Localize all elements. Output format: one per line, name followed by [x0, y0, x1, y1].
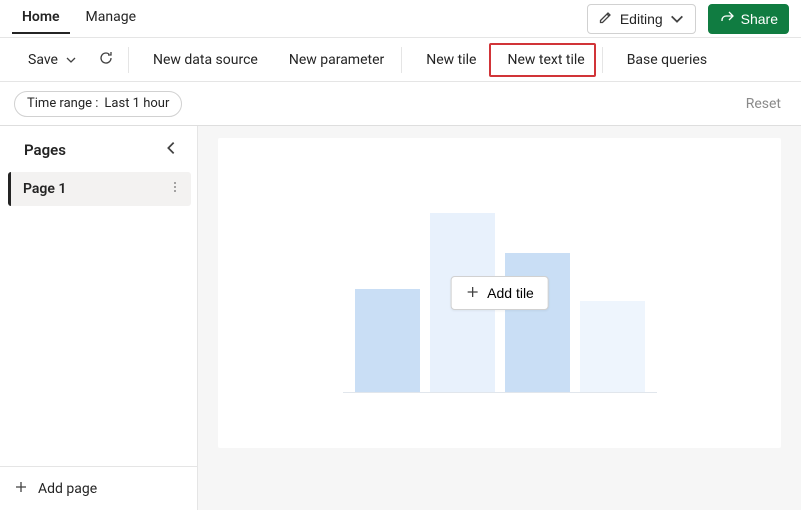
separator: [128, 47, 129, 73]
workspace: Pages Page 1 Add page: [0, 126, 801, 510]
new-text-tile-label: New text tile: [507, 52, 584, 68]
more-vertical-icon: [169, 181, 181, 197]
refresh-button[interactable]: [90, 44, 122, 76]
time-range-value: Last 1 hour: [104, 96, 169, 111]
editing-mode-button[interactable]: Editing: [587, 4, 696, 34]
share-icon: [719, 9, 735, 28]
new-tile-button[interactable]: New tile: [408, 43, 487, 77]
new-data-source-button[interactable]: New data source: [135, 43, 269, 77]
tab-manage[interactable]: Manage: [76, 3, 146, 34]
chevron-down-icon: [669, 11, 685, 27]
collapse-sidebar-button[interactable]: [159, 138, 183, 162]
page-label: Page 1: [23, 181, 66, 197]
placeholder-bar: [580, 301, 645, 393]
save-button[interactable]: Save: [10, 43, 88, 77]
new-tile-label: New tile: [426, 52, 476, 68]
separator: [602, 47, 603, 73]
new-data-source-label: New data source: [153, 52, 258, 68]
pages-title: Pages: [24, 141, 151, 159]
canvas-area: Add tile: [198, 126, 801, 510]
save-label: Save: [28, 52, 58, 68]
chevron-down-icon: [65, 54, 77, 66]
time-range-pill[interactable]: Time range : Last 1 hour: [14, 91, 182, 117]
toolbar: Save New data source New parameter New t…: [0, 38, 801, 82]
pages-header: Pages: [0, 126, 197, 172]
add-tile-button[interactable]: Add tile: [450, 276, 549, 310]
chevron-left-icon: [163, 140, 179, 160]
plus-icon: [14, 480, 28, 498]
pencil-icon: [598, 9, 614, 28]
add-page-button[interactable]: Add page: [0, 466, 197, 510]
reset-button[interactable]: Reset: [734, 92, 787, 116]
time-range-label: Time range :: [27, 96, 98, 111]
chart-baseline: [343, 392, 657, 393]
placeholder-bar: [355, 289, 420, 393]
nav-tabs: Home Manage: [12, 0, 146, 37]
page-item[interactable]: Page 1: [8, 172, 191, 206]
dashboard-canvas[interactable]: Add tile: [218, 138, 781, 448]
tab-home[interactable]: Home: [12, 3, 70, 34]
new-parameter-label: New parameter: [289, 52, 384, 68]
share-button[interactable]: Share: [708, 4, 789, 34]
add-page-label: Add page: [38, 481, 97, 497]
new-parameter-button[interactable]: New parameter: [271, 43, 395, 77]
editing-label: Editing: [620, 11, 663, 27]
base-queries-button[interactable]: Base queries: [609, 43, 718, 77]
share-label: Share: [741, 11, 778, 27]
separator: [401, 47, 402, 73]
title-bar: Home Manage Editing Share: [0, 0, 801, 38]
filter-bar: Time range : Last 1 hour Reset: [0, 82, 801, 126]
add-tile-label: Add tile: [487, 285, 534, 301]
empty-chart-placeholder: Add tile: [355, 193, 645, 393]
placeholder-bar: [505, 253, 570, 393]
pages-sidebar: Pages Page 1 Add page: [0, 126, 198, 510]
reset-label: Reset: [746, 96, 781, 112]
refresh-icon: [98, 50, 114, 70]
page-more-button[interactable]: [169, 181, 181, 197]
plus-icon: [465, 285, 479, 302]
new-text-tile-button[interactable]: New text tile: [489, 43, 595, 77]
base-queries-label: Base queries: [627, 52, 707, 68]
